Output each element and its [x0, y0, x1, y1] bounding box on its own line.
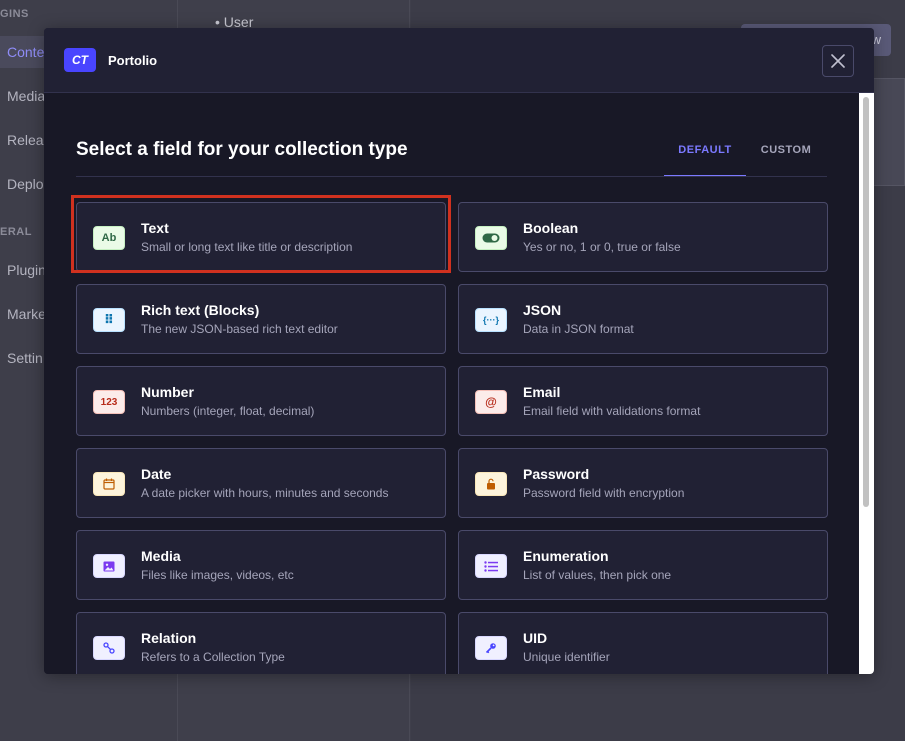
collection-type-badge: CT	[64, 48, 96, 72]
field-card-boolean[interactable]: Boolean Yes or no, 1 or 0, true or false	[458, 202, 828, 272]
field-card-enumeration[interactable]: Enumeration List of values, then pick on…	[458, 530, 828, 600]
field-card-relation[interactable]: Relation Refers to a Collection Type	[76, 612, 446, 674]
tabs-divider	[76, 176, 827, 177]
text-card-highlight	[71, 195, 451, 273]
field-name: Relation	[141, 630, 197, 646]
field-name: JSON	[523, 302, 562, 318]
close-button[interactable]	[822, 45, 854, 77]
sidebar-item-deploy[interactable]: Deplo	[7, 176, 44, 192]
sidebar-item-marketplace[interactable]: Marke	[7, 306, 46, 322]
sidebar-item-media[interactable]: Media	[7, 88, 45, 104]
toggle-icon	[475, 226, 507, 250]
field-description: A date picker with hours, minutes and se…	[141, 486, 389, 500]
field-name: Media	[141, 548, 181, 564]
field-description: Numbers (integer, float, decimal)	[141, 404, 315, 418]
field-description: Email field with validations format	[523, 404, 701, 418]
field-card-uid[interactable]: UID Unique identifier	[458, 612, 828, 674]
field-description: Yes or no, 1 or 0, true or false	[523, 240, 681, 254]
key-icon	[475, 636, 507, 660]
tab-custom[interactable]: CUSTOM	[746, 137, 826, 177]
field-card-password[interactable]: Password Password field with encryption	[458, 448, 828, 518]
field-card-media[interactable]: Media Files like images, videos, etc	[76, 530, 446, 600]
sidebar-item-content[interactable]: Conte	[7, 44, 44, 60]
image-icon	[93, 554, 125, 578]
field-name: UID	[523, 630, 548, 646]
json-icon: {···}	[475, 308, 507, 332]
modal-header: CT Portolio	[44, 28, 874, 93]
field-description: The new JSON-based rich text editor	[141, 322, 338, 336]
field-card-number[interactable]: 123 Number Numbers (integer, float, deci…	[76, 366, 446, 436]
field-description: Data in JSON format	[523, 322, 634, 336]
list-icon	[475, 554, 507, 578]
field-description: Password field with encryption	[523, 486, 685, 500]
scrollbar-thumb[interactable]	[863, 97, 869, 507]
field-name: Rich text (Blocks)	[141, 302, 260, 318]
field-card-date[interactable]: Date A date picker with hours, minutes a…	[76, 448, 446, 518]
at-sign-icon: @	[475, 390, 507, 414]
modal-scrollbar[interactable]	[859, 93, 874, 674]
field-name: Password	[523, 466, 590, 482]
add-field-modal: CT Portolio Select a field for your coll…	[44, 28, 874, 674]
field-name: Number	[141, 384, 194, 400]
field-name: Date	[141, 466, 172, 482]
close-icon	[831, 54, 845, 68]
field-card-json[interactable]: {···} JSON Data in JSON format	[458, 284, 828, 354]
relation-icon	[93, 636, 125, 660]
sidebar-item-plugins[interactable]: Plugin	[7, 262, 46, 278]
field-card-email[interactable]: @ Email Email field with validations for…	[458, 366, 828, 436]
lock-icon	[475, 472, 507, 496]
modal-body: Select a field for your collection type …	[44, 93, 874, 674]
field-description: Files like images, videos, etc	[141, 568, 294, 582]
modal-title: Portolio	[108, 53, 158, 68]
field-name: Email	[523, 384, 561, 400]
modal-heading: Select a field for your collection type	[76, 139, 408, 160]
tab-default[interactable]: DEFAULT	[664, 137, 746, 177]
field-card-rich-text-blocks[interactable]: ⠿ Rich text (Blocks) The new JSON-based …	[76, 284, 446, 354]
blocks-icon: ⠿	[93, 308, 125, 332]
sidebar-section-general: ERAL	[0, 226, 32, 238]
field-description: Unique identifier	[523, 650, 610, 664]
number-icon: 123	[93, 390, 125, 414]
field-description: Refers to a Collection Type	[141, 650, 285, 664]
field-description: List of values, then pick one	[523, 568, 672, 582]
field-name: Enumeration	[523, 548, 609, 564]
sidebar-section-plugins: GINS	[0, 8, 29, 20]
field-name: Boolean	[523, 220, 579, 236]
calendar-icon	[93, 472, 125, 496]
sidebar-item-settings[interactable]: Settin	[7, 350, 43, 366]
